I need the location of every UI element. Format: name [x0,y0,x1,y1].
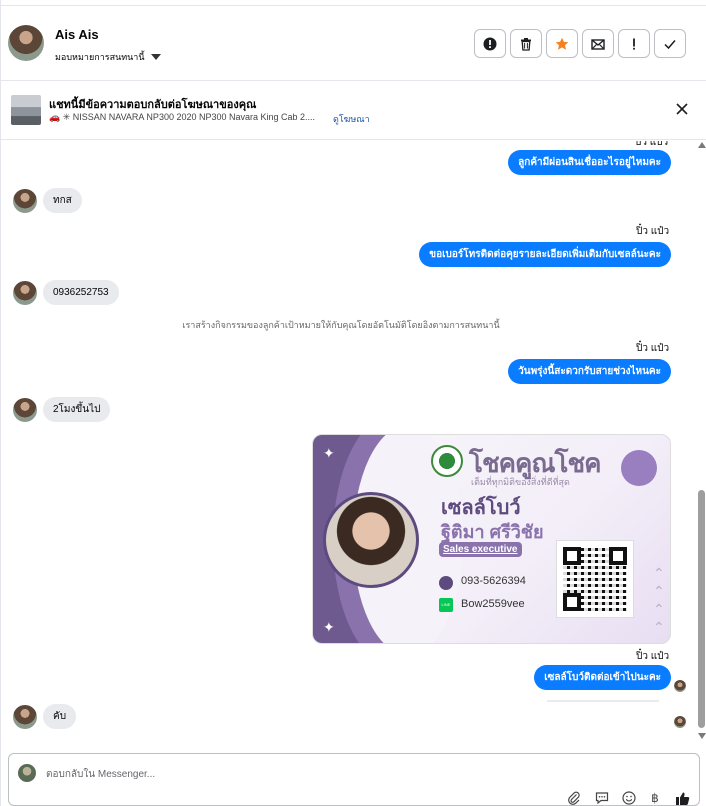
chevron-up-icon: ⌃ [653,619,665,635]
sparkle-icon: ✦ [323,445,335,461]
ad-thumbnail[interactable] [11,95,41,125]
incoming-message[interactable]: คับ [43,704,77,729]
incoming-message[interactable]: 2โมงขึ้นไป [43,397,111,422]
star-icon [555,37,569,50]
ad-banner-subtitle: 🚗 ✳ NISSAN NAVARA NP300 2020 NP300 Navar… [49,112,316,122]
salesperson-photo [323,492,419,588]
messenger-inbox: Ais Ais มอบหมายการสนทนานี้ แชทนี้มีข้อคว… [0,0,706,806]
outgoing-message[interactable]: เซลล์โบว์ติดต่อเข้าไปนะคะ [534,665,671,690]
sender-name: ปิ๋ว แป๋ว [636,226,670,237]
qr-corner [563,547,581,565]
saved-reply-icon[interactable] [594,790,610,806]
company-logo [431,445,463,477]
assign-conversation-dropdown[interactable]: มอบหมายการสนทนานี้ [55,50,161,64]
seen-receipt-avatar [674,716,686,728]
sender-name: ปิ๋ว แป๋ว [636,343,670,354]
outgoing-message[interactable]: วันพรุ่งนี้สะดวกรับสายช่วงไหนคะ [508,359,671,384]
delete-button[interactable] [510,29,542,58]
mail-envelope-icon [591,38,605,50]
card-position: Sales executive [439,542,522,557]
sender-name: บิว แปว [635,141,669,148]
scroll-up-arrow-icon[interactable] [698,142,706,148]
contact-avatar-small [13,189,37,213]
outgoing-message[interactable]: ขอเบอร์โทรติดต่อคุยรายละเอียดเพิ่มเติมกั… [419,242,671,267]
system-notice: เราสร้างกิจกรรมของลูกค้าเป้าหมายให้กับคุ… [182,320,500,330]
mark-done-button[interactable] [654,29,686,58]
thumbs-up-icon[interactable] [674,790,690,806]
chevron-up-icon: ⌃ [653,583,665,599]
qr-code [557,541,633,617]
outgoing-message[interactable]: ลูกค้ามีผ่อนสินเชื่ออะไรอยู่ไหมคะ [508,150,671,175]
ad-reply-banner: แชทนี้มีข้อความตอบกลับต่อโฆษณาของคุณ 🚗 ✳… [1,81,706,140]
view-ad-link[interactable]: ดูโฆษณา [333,112,370,126]
phone-icon [439,576,453,590]
message-divider [547,700,659,702]
conversation-header: Ais Ais มอบหมายการสนทนานี้ [1,6,706,81]
paperclip-icon[interactable] [566,790,582,806]
sender-name: ปิ๋ว แป๋ว [636,651,670,662]
contact-avatar-small [13,281,37,305]
card-circle-decoration [621,450,657,486]
qr-corner [609,547,627,565]
reply-input[interactable]: ตอบกลับใน Messenger... [46,767,155,782]
scroll-down-arrow-icon[interactable] [698,733,706,739]
card-phone: 093-5626394 [461,575,526,587]
trash-icon [521,37,531,51]
page-avatar [18,764,36,782]
alert-circle-icon [483,37,497,50]
exclamation-icon [633,38,635,50]
business-card-image[interactable]: ✦ ✦ โชคคูณโชค เต็มที่ทุกมิติของสิ่งที่ดี… [312,434,671,644]
mark-unread-button[interactable] [582,29,614,58]
emoji-icon[interactable] [621,790,637,806]
scrollbar-thumb[interactable] [698,490,705,728]
star-button[interactable] [546,29,578,58]
contact-name[interactable]: Ais Ais [55,27,99,42]
contact-avatar-small [13,705,37,729]
spam-button[interactable] [474,29,506,58]
contact-avatar[interactable] [8,25,44,61]
seen-receipt-avatar [674,680,686,692]
reply-composer[interactable]: ตอบกลับใน Messenger... ฿ [8,753,700,806]
chevron-up-icon: ⌃ [653,601,665,617]
incoming-message[interactable]: ทกส [43,188,82,213]
chevron-up-icon: ⌃ [653,565,665,581]
card-tagline: เต็มที่ทุกมิติของสิ่งที่ดีที่สุด [471,477,570,487]
close-icon[interactable] [673,100,691,118]
ad-banner-title: แชทนี้มีข้อความตอบกลับต่อโฆษณาของคุณ [49,99,257,111]
baht-icon[interactable]: ฿ [647,790,663,806]
qr-corner [563,593,581,611]
incoming-message[interactable]: 0936252753 [43,280,119,305]
caret-down-icon [150,54,161,60]
line-app-icon: LINE [439,598,453,612]
contact-avatar-small [13,398,37,422]
assign-label: มอบหมายการสนทนานี้ [55,52,145,62]
sparkle-icon: ✦ [323,619,335,635]
check-icon [664,39,676,49]
card-line-id: Bow2559vee [461,598,525,610]
follow-up-button[interactable] [618,29,650,58]
